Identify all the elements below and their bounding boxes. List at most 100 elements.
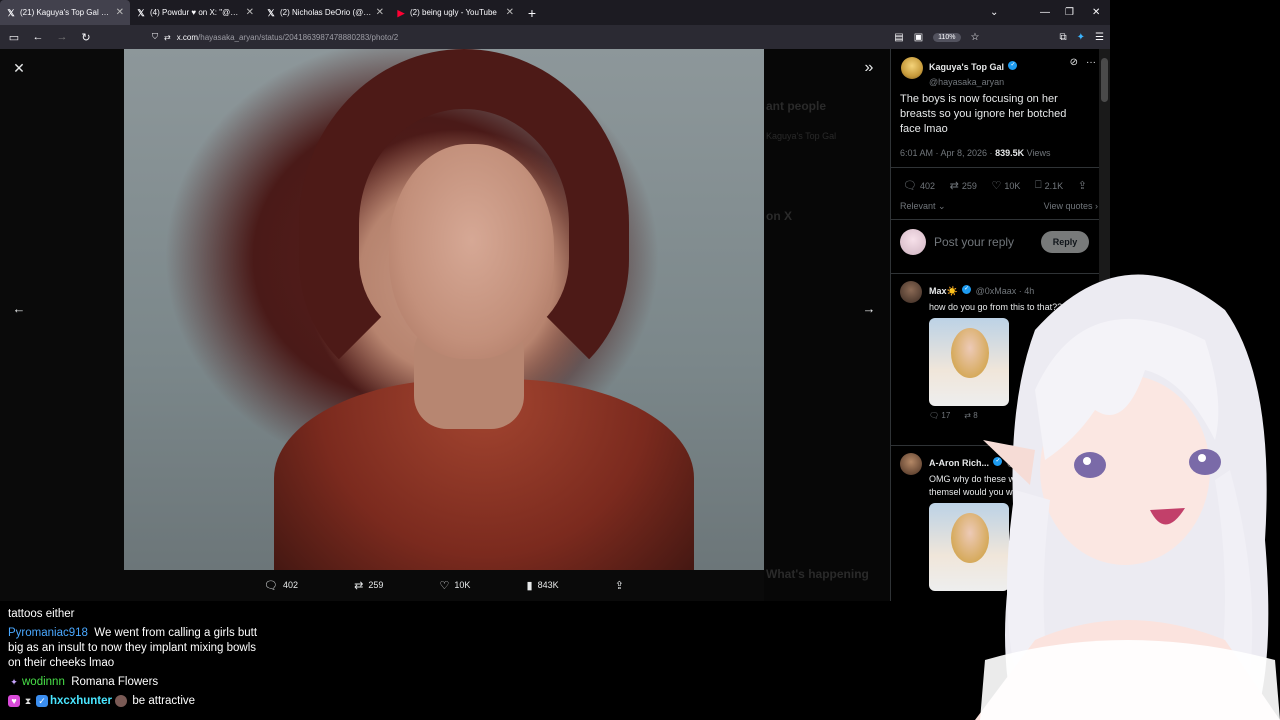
tweet-meta: 6:01 AM · Apr 8, 2026 · 839.5K Views — [900, 148, 1050, 158]
like-action[interactable]: ♡ 10K — [440, 579, 471, 592]
chat-username: hxcxhunter — [50, 695, 112, 707]
views-icon: ▮ — [526, 579, 533, 592]
bookmark-count: 2.1K — [1044, 180, 1064, 191]
verified-badge-icon: ✓ — [962, 285, 972, 295]
background-hint: Kaguya's Top Gal — [766, 131, 837, 141]
background-hint: ant people — [766, 99, 827, 113]
avatar[interactable] — [901, 57, 923, 79]
repost-count: 259 — [368, 580, 384, 590]
reply-count: 402 — [919, 180, 935, 191]
reply-author-name[interactable]: Max☀️ — [929, 286, 958, 296]
chat-message: ♥ ⧗ ✓ hxcxhunter be attractive — [8, 694, 258, 709]
shield-icon[interactable]: ⛉ — [152, 32, 158, 42]
repost-action[interactable]: ⇄ 259 — [354, 579, 383, 592]
close-tab-icon[interactable]: ✕ — [116, 7, 124, 18]
connection-icon[interactable]: ⇄ — [164, 33, 171, 42]
collapse-pane-icon[interactable]: » — [860, 59, 878, 77]
like-count: 10K — [454, 580, 471, 590]
scrollbar-thumb[interactable] — [1101, 58, 1108, 102]
tweet-views: 839.5K — [995, 148, 1025, 158]
browser-tab-1[interactable]: 𝕏 (21) Kaguya's Top Gal on X: "Th ✕ — [0, 0, 130, 25]
tab-bar: 𝕏 (21) Kaguya's Top Gal on X: "Th ✕ 𝕏 (4… — [0, 0, 1110, 25]
share-action[interactable]: ⇪ — [615, 579, 624, 592]
avatar-eye-left — [1074, 452, 1106, 478]
author-name[interactable]: Kaguya's Top Gal — [929, 62, 1004, 72]
reply-count[interactable]: 🗨 17 — [929, 411, 950, 420]
view-quotes-link[interactable]: View quotes › — [1044, 201, 1098, 211]
media-action-bar: 🗨 402 ⇄ 259 ♡ 10K ▮ 843K ⇪ — [264, 577, 624, 593]
verified-badge-icon: ✓ — [1008, 61, 1018, 71]
sort-dropdown[interactable]: Relevant ⌄ — [900, 201, 946, 212]
views-action[interactable]: ▮ 843K — [527, 579, 559, 592]
hourglass-badge-icon: ⧗ — [24, 695, 32, 706]
tweet-time[interactable]: 6:01 AM · Apr 8, 2026 · — [900, 148, 995, 158]
previous-arrow-icon[interactable]: ← — [10, 300, 28, 318]
repost-icon: ⇄ — [949, 180, 959, 192]
url-bar[interactable]: ⛉ ⇄ x.com/hayasaka_aryan/status/20418639… — [152, 27, 982, 47]
like-stat[interactable]: ♡ 10K — [992, 179, 1021, 192]
extension-icon[interactable]: ✦ — [1077, 32, 1085, 43]
view-count: 843K — [537, 580, 559, 590]
reader-view-icon[interactable]: ▤ — [894, 32, 903, 43]
reply-action[interactable]: 🗨 402 — [264, 579, 298, 592]
tab-list-icon[interactable]: ⌄ — [990, 0, 998, 25]
post-photo[interactable] — [124, 49, 764, 570]
zoom-level[interactable]: 110% — [933, 32, 961, 42]
browser-tab-4[interactable]: ▶ (2) being ugly - YouTube ✕ — [390, 0, 520, 25]
next-arrow-icon[interactable]: → — [860, 300, 878, 318]
author-handle[interactable]: @hayasaka_aryan — [929, 77, 1017, 87]
nav-bar: ▭ ← → ↻ ⛉ ⇄ x.com/hayasaka_aryan/status/… — [0, 25, 1110, 49]
emote-icon — [115, 694, 128, 707]
url-path: /hayasaka_aryan/status/20418639874788802… — [198, 32, 399, 42]
verified-badge-icon: ✓ — [36, 694, 48, 707]
new-tab-button[interactable]: + — [520, 5, 544, 21]
close-icon[interactable]: ✕ — [10, 59, 28, 77]
back-icon[interactable]: ← — [28, 31, 48, 43]
sort-label: Relevant — [900, 201, 936, 211]
chat-text: tattoos either — [8, 608, 75, 620]
chat-message: ✦ wodinnn Romana Flowers — [8, 675, 258, 690]
bookmark-star-icon[interactable]: ☆ — [971, 32, 980, 43]
x-logo-icon: 𝕏 — [267, 7, 275, 18]
restore-icon[interactable]: ❐ — [1065, 0, 1074, 25]
photo-face — [389, 144, 554, 359]
close-tab-icon[interactable]: ✕ — [506, 7, 514, 18]
picture-in-picture-icon[interactable]: ▣ — [914, 32, 923, 43]
avatar — [900, 229, 926, 255]
browser-tab-3[interactable]: 𝕏 (2) Nicholas DeOrio (@nichola ✕ — [260, 0, 390, 25]
reply-stat[interactable]: 🗨 402 — [903, 179, 935, 192]
extensions-icon[interactable]: ⧉ — [1060, 32, 1067, 43]
reply-icon: 🗨 — [903, 180, 917, 192]
more-options-icon[interactable]: ··· — [1086, 57, 1096, 68]
grok-icon[interactable]: ⊘ — [1070, 57, 1078, 68]
sidebar-toggle-icon[interactable]: ▭ — [4, 31, 24, 44]
bookmark-stat[interactable]: ⎕ 2.1K — [1035, 179, 1063, 192]
repost-stat[interactable]: ⇄ 259 — [950, 179, 977, 192]
share-icon: ⇪ — [614, 579, 624, 592]
avatar[interactable] — [900, 453, 922, 475]
url-host: x.com — [176, 32, 199, 42]
heart-icon: ♡ — [439, 579, 450, 592]
x-logo-icon: 𝕏 — [137, 7, 145, 18]
reload-icon[interactable]: ↻ — [76, 31, 96, 44]
close-tab-icon[interactable]: ✕ — [246, 7, 254, 18]
avatar[interactable] — [900, 281, 922, 303]
tweet-stats: 🗨 402 ⇄ 259 ♡ 10K ⎕ 2.1K ⇪ — [903, 179, 1087, 192]
stream-chat: tattoos either Pyromaniac918 We went fro… — [8, 607, 258, 713]
post-author[interactable]: Kaguya's Top Gal ✓ @hayasaka_aryan — [901, 57, 1018, 87]
chevron-right-icon: › — [1095, 201, 1098, 211]
forward-icon[interactable]: → — [52, 31, 72, 43]
tab-title: (21) Kaguya's Top Gal on X: "Th — [20, 8, 112, 17]
window-close-icon[interactable]: ✕ — [1092, 0, 1100, 25]
reply-count: 402 — [282, 580, 298, 590]
browser-tab-2[interactable]: 𝕏 (4) Powdur ♥ on X: "@nich ✕ — [130, 0, 260, 25]
background-hint: What's happening — [766, 567, 869, 581]
tweet-text: The boys is now focusing on her breasts … — [900, 93, 1067, 135]
chat-text: Romana Flowers — [71, 676, 159, 688]
tab-title: (2) being ugly - YouTube — [410, 8, 497, 17]
heart-badge-icon: ♥ — [8, 694, 20, 707]
minimize-icon[interactable]: — — [1040, 0, 1050, 25]
share-stat[interactable]: ⇪ — [1078, 179, 1087, 192]
close-tab-icon[interactable]: ✕ — [376, 7, 384, 18]
menu-icon[interactable]: ☰ — [1095, 32, 1104, 43]
